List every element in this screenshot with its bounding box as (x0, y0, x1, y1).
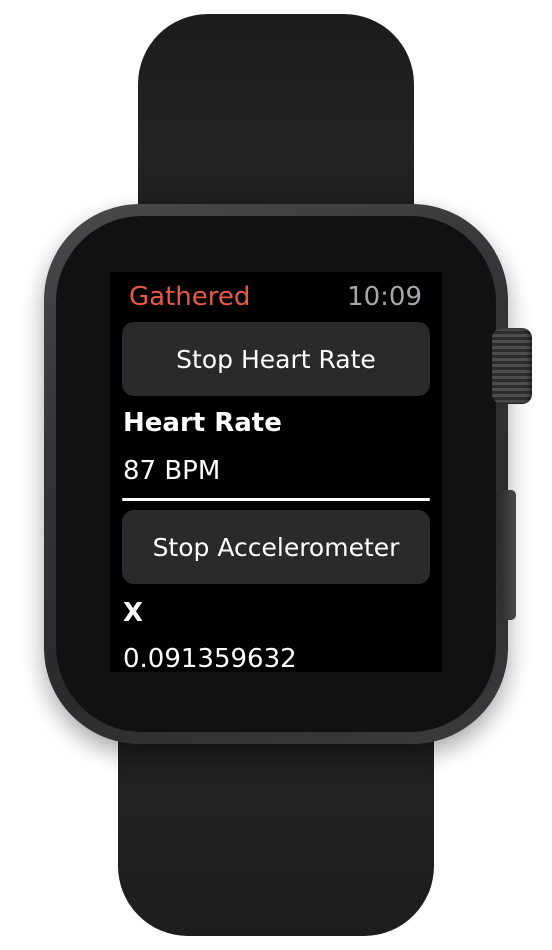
clock: 10:09 (347, 282, 422, 312)
stop-accelerometer-button[interactable]: Stop Accelerometer (122, 510, 430, 584)
app-title[interactable]: Gathered (129, 282, 250, 312)
side-button[interactable] (500, 490, 516, 620)
status-bar: Gathered 10:09 (110, 272, 442, 320)
digital-crown[interactable] (492, 328, 532, 404)
watch-device: Gathered 10:09 Stop Heart Rate Heart Rat… (0, 0, 552, 950)
accelerometer-x-label: X (123, 598, 144, 628)
heart-rate-label: Heart Rate (123, 408, 282, 438)
accelerometer-x-value: 0.091359632 (123, 644, 297, 672)
heart-rate-value: 87 BPM (123, 456, 221, 486)
stop-heart-rate-button[interactable]: Stop Heart Rate (122, 322, 430, 396)
section-divider (122, 498, 430, 501)
watch-screen: Gathered 10:09 Stop Heart Rate Heart Rat… (110, 272, 442, 672)
